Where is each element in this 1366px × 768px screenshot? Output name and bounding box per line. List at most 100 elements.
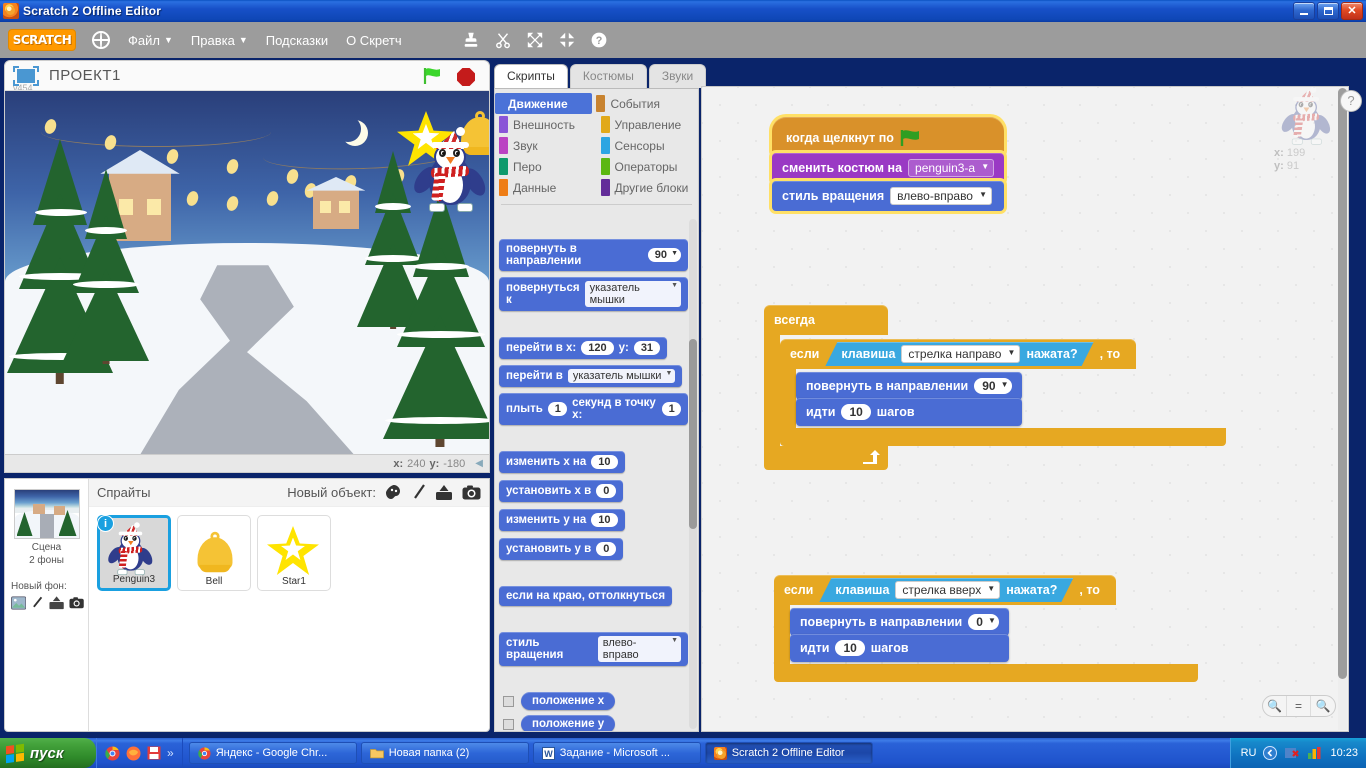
sprite-card-star1[interactable]: Star1 [257,515,331,591]
block-set-y[interactable]: установить y в 0 [499,538,624,560]
block-if-on-edge-bounce[interactable]: если на краю, оттолкнуться [499,586,673,606]
block-key-pressed[interactable]: клавиша стрелка направо нажата? [825,342,1093,366]
block-input[interactable]: 10 [591,513,618,527]
menu-item-about[interactable]: О Скретч [346,33,402,48]
sprite-card-bell[interactable]: Bell [177,515,251,591]
camera-icon[interactable] [69,596,84,610]
taskbar-item-scratch[interactable]: Scratch 2 Offline Editor [704,742,873,764]
condition-key-pressed[interactable]: клавиша стрелка вверх нажата? [819,578,1073,602]
category-control[interactable]: Управление [597,114,699,135]
block-if-header[interactable]: если клавиша стрелка направо нажата? , т… [780,339,1137,369]
reporter-checkbox[interactable] [503,695,514,707]
show-hidden-icon[interactable] [1263,746,1278,760]
upload-icon[interactable] [435,484,453,501]
category-pen[interactable]: Перо [495,156,597,177]
shrink-icon[interactable] [558,31,576,49]
palette-scrollbar[interactable] [689,219,697,729]
key-dropdown[interactable]: стрелка направо [901,345,1020,363]
block-point-in-direction[interactable]: повернуть в направлении 0 [790,608,1009,636]
green-flag-button[interactable] [423,67,443,85]
block-set-x[interactable]: установить x в 0 [499,480,624,502]
block-forever-header[interactable]: всегда [764,305,888,335]
reporter-checkbox[interactable] [503,718,514,730]
reporter-x-position[interactable]: положение x [521,692,616,710]
block-input-x[interactable]: 120 [581,341,614,355]
condition-key-pressed[interactable]: клавиша стрелка направо нажата? [825,342,1093,366]
collapse-arrow-icon[interactable]: ◀ [475,458,483,469]
block-input-y[interactable]: 31 [633,341,661,355]
block-switch-costume[interactable]: сменить костюм на penguin3-a [772,153,1005,183]
block-dropdown-value[interactable]: указатель мышки [567,369,676,383]
paint-new-sprite-icon[interactable] [385,484,403,501]
penguin-sprite[interactable] [409,127,489,223]
category-sensing[interactable]: Сенсоры [597,135,699,156]
steps-value[interactable]: 10 [841,404,871,420]
antivirus-icon[interactable] [1284,746,1300,760]
menu-item-file[interactable]: Файл ▼ [128,33,173,48]
reporter-y-position[interactable]: положение y [521,715,616,731]
block-input-secs[interactable]: 1 [547,402,568,416]
save-icon[interactable] [147,746,161,760]
help-icon[interactable]: ? [590,31,608,49]
category-sound[interactable]: Звук [495,135,597,156]
start-button[interactable]: пуск [0,738,96,768]
block-set-rotation-style[interactable]: стиль вращения влево-вправо [499,632,688,666]
key-dropdown[interactable]: стрелка вверх [895,581,1000,599]
block-move-steps[interactable]: идти 10 шагов [796,398,1022,426]
category-events[interactable]: События [592,93,694,114]
sprite-card-penguin3[interactable]: i Penguin3 [97,515,171,591]
tab-scripts[interactable]: Скрипты [494,64,568,88]
menu-item-edit[interactable]: Правка ▼ [191,33,248,48]
stage-selector-column[interactable]: Сцена 2 фоны Новый фон: [5,479,89,731]
block-key-pressed[interactable]: клавиша стрелка вверх нажата? [819,578,1073,602]
block-go-to-xy[interactable]: перейти в x: 120 y: 31 [499,337,668,359]
block-change-x[interactable]: изменить x на 10 [499,451,625,473]
block-point-in-direction[interactable]: повернуть в направлении 90 [796,372,1022,400]
stamp-icon[interactable] [462,31,480,49]
category-looks[interactable]: Внешность [495,114,597,135]
taskbar-clock[interactable]: 10:23 [1330,747,1358,759]
block-if-header[interactable]: если клавиша стрелка вверх нажата? , то [774,575,1116,605]
upload-icon[interactable] [49,596,64,610]
category-more-blocks[interactable]: Другие блоки [597,177,699,198]
costume-dropdown[interactable]: penguin3-a [908,159,995,177]
block-set-rotation-style[interactable]: стиль вращения влево-вправо [772,181,1005,211]
script-canvas[interactable]: x: 199 y: 91 когда щелкнут по сменить ко… [701,86,1349,732]
script-forever-right[interactable]: всегда если клавиша стрелка направо нажа… [764,305,1226,470]
block-dropdown-value[interactable]: 90 [647,248,681,262]
block-move-steps[interactable]: идти 10 шагов [790,634,1009,662]
direction-value[interactable]: 90 [974,378,1012,394]
zoom-in-button[interactable]: 🔍 [1311,696,1335,716]
volume-icon[interactable] [1307,746,1323,760]
script-area-scrollbar[interactable] [1338,88,1347,730]
block-input-x[interactable]: 1 [661,402,681,416]
category-data[interactable]: Данные [495,177,597,198]
category-motion[interactable]: Движение [495,93,593,114]
block-input[interactable]: 0 [596,484,617,498]
library-icon[interactable] [11,596,27,610]
scissors-icon[interactable] [494,31,512,49]
direction-value[interactable]: 0 [968,614,999,630]
block-glide[interactable]: плыть 1 секунд в точку x: 1 [499,393,688,425]
script-green-flag[interactable]: когда щелкнут по сменить костюм на pengu… [772,117,1005,215]
block-input[interactable]: 10 [591,455,618,469]
globe-icon[interactable] [92,31,110,49]
block-dropdown-value[interactable]: влево-вправо [597,636,681,662]
zoom-reset-button[interactable]: = [1287,696,1311,716]
camera-icon[interactable] [462,484,481,501]
block-when-green-flag-clicked[interactable]: когда щелкнут по [772,117,1005,155]
block-point-towards[interactable]: повернуться к указатель мышки [499,277,688,311]
maximize-button[interactable] [1317,2,1339,20]
help-button[interactable]: ? [1340,90,1362,112]
block-go-to[interactable]: перейти в указатель мышки [499,365,683,387]
stop-button[interactable] [457,68,475,86]
close-button[interactable]: ✕ [1341,2,1363,20]
taskbar-item-folder[interactable]: Новая папка (2) [360,742,529,764]
chrome-icon[interactable] [105,745,120,761]
minimize-button[interactable] [1293,2,1315,20]
more-chevron-icon[interactable]: » [167,746,174,760]
stage-thumbnail[interactable] [13,489,80,539]
steps-value[interactable]: 10 [835,640,865,656]
brush-icon[interactable] [31,596,43,610]
brush-icon[interactable] [412,484,426,501]
